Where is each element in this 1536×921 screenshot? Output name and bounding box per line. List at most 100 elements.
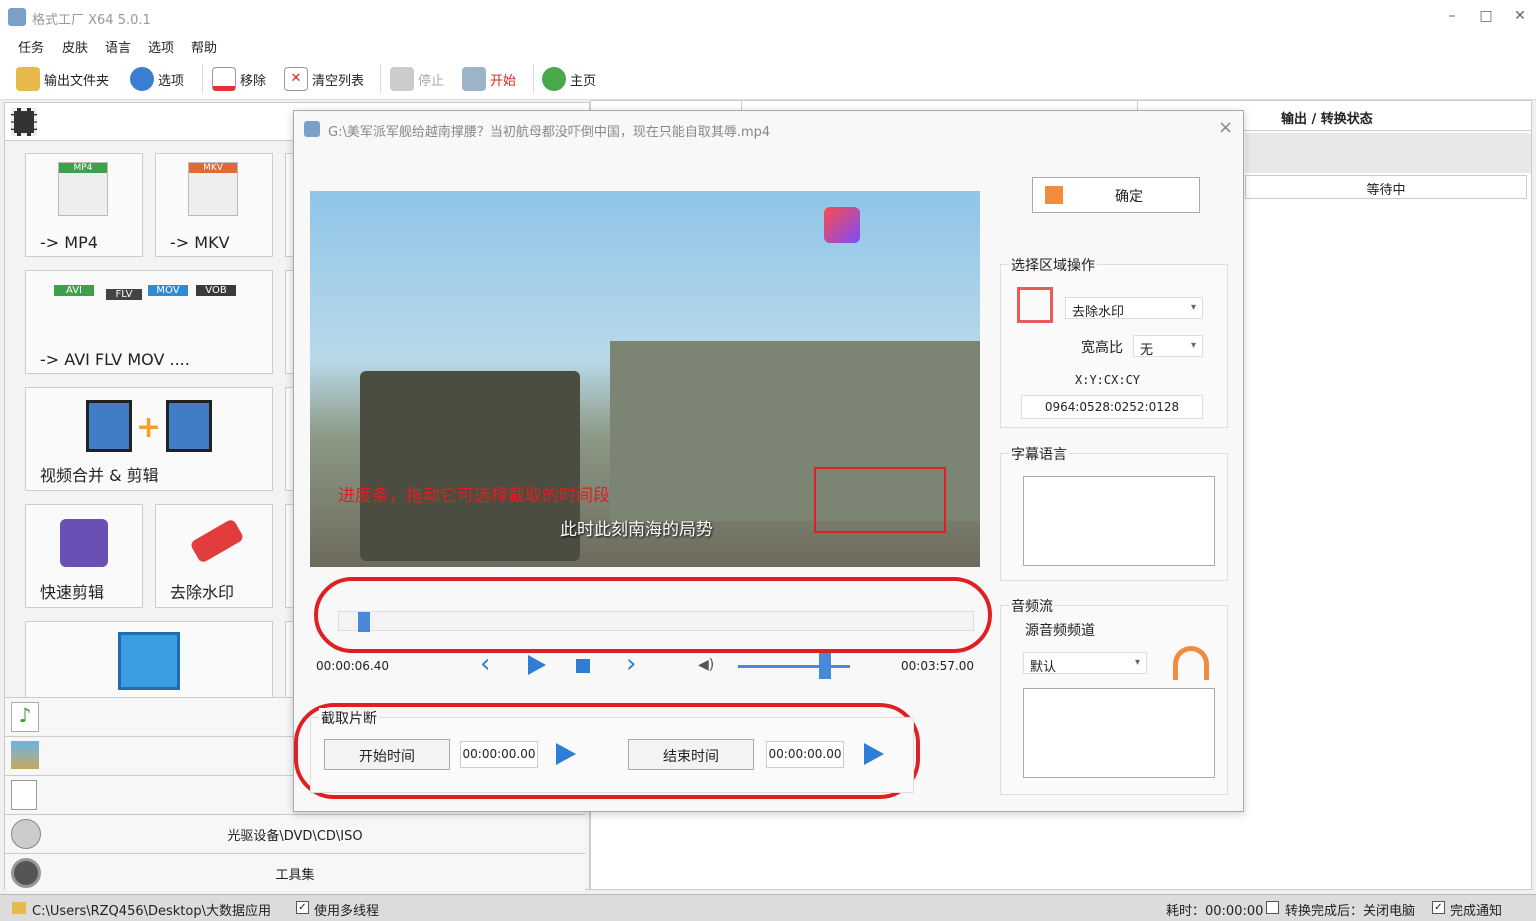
notify-checkbox[interactable]: ✓ [1432, 901, 1445, 914]
previous-icon[interactable]: ‹ [480, 649, 490, 679]
flv-badge: FLV [106, 289, 142, 300]
options-icon [130, 67, 154, 91]
progress-track[interactable] [338, 611, 974, 632]
app-icon [8, 8, 26, 26]
folder-path-icon [12, 902, 26, 914]
truck-image [360, 371, 580, 561]
tile-merge-edit[interactable]: + 视频合并 & 剪辑 [25, 387, 273, 491]
play-icon[interactable] [528, 655, 546, 675]
toolbar-separator [380, 64, 381, 94]
mov-badge: MOV [148, 285, 188, 296]
output-folder-label: 输出文件夹 [44, 73, 110, 89]
tile-quick-cut-label: 快速剪辑 [40, 583, 105, 602]
menu-task[interactable]: 任务 [18, 37, 44, 56]
dialog-close-button[interactable]: × [1218, 117, 1233, 138]
end-time-button[interactable]: 结束时间 [628, 739, 754, 770]
notify-label: 完成通知 [1450, 904, 1503, 919]
tile-mkv-label: -> MKV [170, 233, 230, 252]
clear-list-button[interactable]: ✕ 清空列表 [284, 66, 364, 92]
tile-avi-flv-mov[interactable]: AVI FLV MOV VOB -> AVI FLV MOV .... [25, 270, 273, 374]
mode-select[interactable]: 去除水印 [1065, 297, 1203, 320]
clip-group-title: 截取片断 [319, 708, 379, 728]
optical-category[interactable]: 光驱设备\DVD\CD\ISO [5, 814, 585, 852]
total-time: 00:03:57.00 [901, 659, 974, 673]
progress-thumb[interactable] [358, 612, 370, 632]
optical-category-label: 光驱设备\DVD\CD\ISO [227, 829, 363, 844]
volume-thumb[interactable] [819, 653, 831, 679]
crop-icon [1017, 287, 1053, 323]
coord-label: X:Y:CX:CY [1075, 373, 1141, 387]
elapsed-time: 耗时：00:00:00 [1166, 904, 1264, 919]
tile-video-player[interactable] [25, 621, 273, 701]
subtitle-language-list[interactable] [1023, 476, 1215, 566]
task-row[interactable] [1245, 133, 1531, 173]
haokan-logo [824, 207, 860, 243]
app-title: 格式工厂 X64 5.0.1 [32, 13, 151, 28]
minimize-button[interactable]: – [1442, 8, 1462, 28]
tools-category[interactable]: 工具集 [5, 853, 585, 891]
menu-options[interactable]: 选项 [148, 37, 174, 56]
clear-list-label: 清空列表 [312, 73, 365, 89]
end-time-field[interactable]: 00:00:00.00 [766, 741, 844, 768]
close-button[interactable]: ✕ [1510, 8, 1530, 28]
tile-remove-watermark-label: 去除水印 [170, 583, 235, 602]
arrow-icon [1045, 186, 1063, 204]
status-bar: C:\Users\RZQ456\Desktop\大数据应用 ✓ 使用多线程 耗时… [0, 894, 1536, 921]
selection-rectangle[interactable] [814, 467, 946, 533]
plus-icon: + [136, 410, 162, 445]
audio-track-list[interactable] [1023, 688, 1215, 778]
start-button[interactable]: 开始 [462, 66, 516, 92]
annotation-text: 进度条，拖动它可选择截取的时间段 [338, 486, 610, 506]
next-icon[interactable]: › [626, 649, 636, 679]
tile-quick-cut[interactable]: 快速剪辑 [25, 504, 143, 608]
aspect-select[interactable]: 无 [1133, 335, 1203, 358]
home-icon [542, 67, 566, 91]
document-icon [11, 780, 37, 810]
menu-bar: 任务 皮肤 语言 选项 帮助 [0, 34, 1536, 58]
maximize-button[interactable]: □ [1476, 8, 1496, 28]
coord-field[interactable]: 0964:0528:0252:0128 [1021, 395, 1203, 419]
multithread-checkbox[interactable]: ✓ [296, 901, 309, 914]
end-play-icon[interactable] [864, 743, 884, 765]
menu-language[interactable]: 语言 [105, 37, 131, 56]
current-time: 00:00:06.40 [316, 659, 389, 673]
home-button[interactable]: 主页 [542, 66, 596, 92]
mkv-file-icon: MKV [188, 162, 238, 216]
volume-track[interactable] [738, 665, 850, 668]
start-time-button[interactable]: 开始时间 [324, 739, 450, 770]
subtitle-language-title: 字幕语言 [1009, 444, 1069, 464]
stop-button: 停止 [390, 66, 444, 92]
menu-help[interactable]: 帮助 [191, 37, 217, 56]
remove-button[interactable]: 移除 [212, 66, 266, 92]
headphones-icon [1173, 646, 1209, 680]
speaker-icon[interactable]: ◀) [698, 657, 714, 673]
dialog-app-icon [304, 121, 320, 137]
tile-mp4[interactable]: MP4 -> MP4 [25, 153, 143, 257]
options-button[interactable]: 选项 [130, 66, 184, 92]
menu-skin[interactable]: 皮肤 [62, 37, 88, 56]
options-label: 选项 [158, 73, 185, 89]
video-preview[interactable]: 此时此刻南海的局势 进度条，拖动它可选择截取的时间段 [310, 191, 980, 567]
eraser-icon [189, 518, 245, 564]
toolbar-separator [533, 64, 534, 94]
mp4-file-icon: MP4 [58, 162, 108, 216]
watermark-dialog: G:\美军派军舰给越南撑腰？当初航母都没吓倒中国，现在只能自取其辱.mp4 × … [293, 110, 1244, 812]
stop-icon[interactable] [576, 659, 590, 673]
vob-badge: VOB [196, 285, 236, 296]
mp4-badge: MP4 [59, 163, 107, 173]
tile-mkv[interactable]: MKV -> MKV [155, 153, 273, 257]
music-note-icon: ♪ [11, 702, 39, 732]
output-status-header: 输出 / 转换状态 [1281, 112, 1373, 127]
start-time-field[interactable]: 00:00:00.00 [460, 741, 538, 768]
confirm-button[interactable]: 确定 [1032, 177, 1200, 213]
quick-cut-icon [60, 519, 108, 567]
film-icon [11, 108, 37, 136]
output-path[interactable]: C:\Users\RZQ456\Desktop\大数据应用 [32, 900, 271, 919]
tile-remove-watermark[interactable]: 去除水印 [155, 504, 273, 608]
shutdown-checkbox[interactable] [1266, 901, 1279, 914]
multithread-label: 使用多线程 [314, 904, 380, 919]
audio-source-select[interactable]: 默认 [1023, 652, 1147, 675]
start-play-icon[interactable] [556, 743, 576, 765]
start-icon [462, 67, 486, 91]
output-folder-button[interactable]: 输出文件夹 [16, 66, 109, 92]
